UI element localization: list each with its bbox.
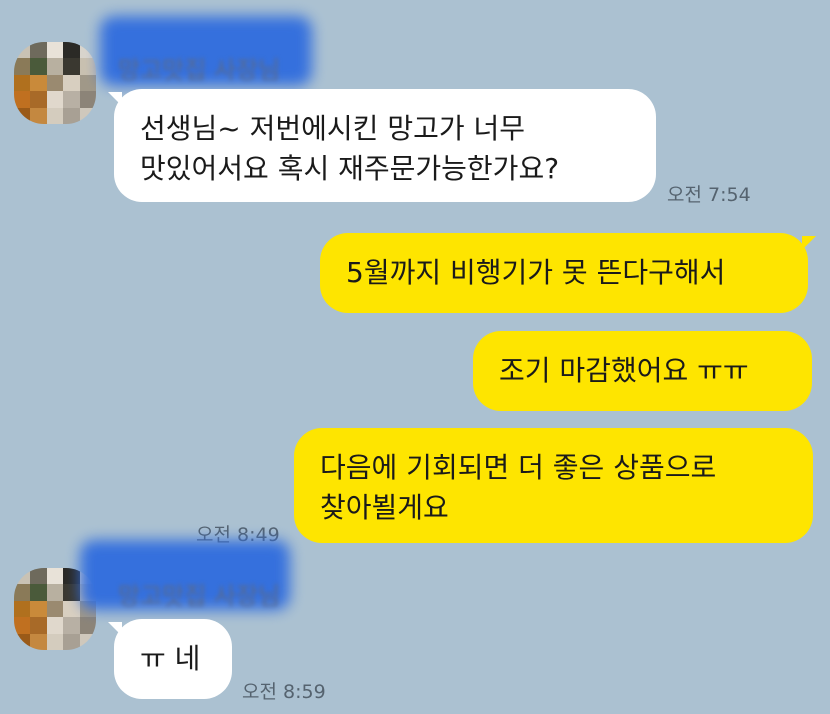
message-time: 오전 7:54 [667, 184, 751, 206]
message-line: 다음에 기회되면 더 좋은 상품으로 [320, 451, 717, 484]
message-line: ㅠ 네 [140, 642, 201, 675]
message-bubble-outgoing[interactable]: 다음에 기회되면 더 좋은 상품으로 찾아뵐게요 [294, 428, 813, 543]
sender-avatar[interactable] [14, 42, 96, 124]
sender-name: 망고맛집 사장님 [118, 582, 281, 610]
bubble-tail [802, 236, 816, 250]
message-time: 오전 8:59 [242, 681, 326, 703]
message-bubble-outgoing[interactable]: 5월까지 비행기가 못 뜬다구해서 [320, 233, 808, 313]
message-line: 5월까지 비행기가 못 뜬다구해서 [346, 256, 726, 289]
message-bubble-incoming[interactable]: 선생님~ 저번에시킨 망고가 너무 맛있어서요 혹시 재주문가능한가요? [114, 89, 656, 202]
message-line: 선생님~ 저번에시킨 망고가 너무 [140, 112, 526, 145]
message-line: 맛있어서요 혹시 재주문가능한가요? [140, 152, 560, 185]
message-bubble-incoming[interactable]: ㅠ 네 [114, 619, 232, 699]
sender-name: 망고맛집 사장님 [118, 56, 281, 84]
message-bubble-outgoing[interactable]: 조기 마감했어요 ㅠㅠ [473, 331, 812, 411]
message-line: 조기 마감했어요 ㅠㅠ [499, 354, 749, 387]
message-line: 찾아뵐게요 [320, 491, 449, 524]
